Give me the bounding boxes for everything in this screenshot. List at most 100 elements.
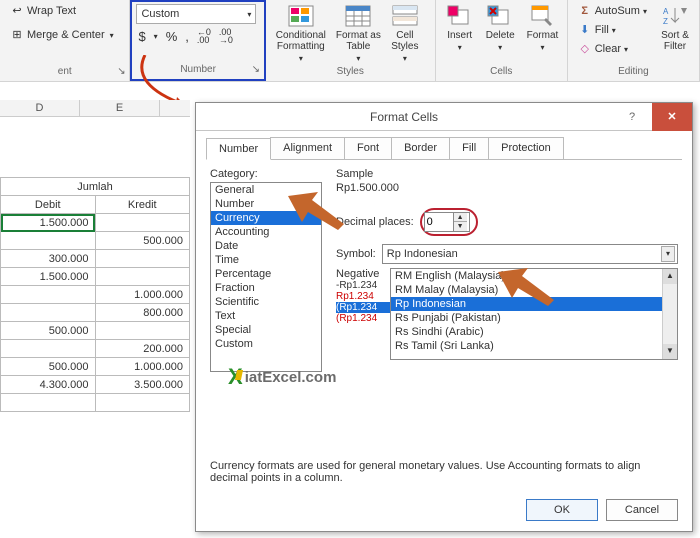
clear-button[interactable]: ◇Clear▾	[574, 40, 651, 58]
list-item[interactable]: Time	[211, 253, 321, 267]
percent-format-button[interactable]: %	[166, 29, 178, 44]
cell[interactable]	[1, 286, 96, 304]
list-item[interactable]: Scientific	[211, 295, 321, 309]
decimal-places-spinner[interactable]: ▲▼	[424, 212, 470, 232]
symbol-combo[interactable]: Rp Indonesian ▾	[382, 244, 678, 264]
watermark: XiatExcel.com	[228, 364, 336, 390]
cell[interactable]	[1, 232, 96, 250]
dialog-tabs: Number Alignment Font Border Fill Protec…	[206, 137, 682, 160]
dialog-titlebar[interactable]: Format Cells ? ✕	[196, 103, 692, 131]
increase-decimal-button[interactable]: ←0 .00	[197, 28, 211, 44]
list-item[interactable]: Rs Sindhi (Arabic)	[391, 325, 677, 339]
cell-styles-button[interactable]: Cell Styles▾	[387, 2, 423, 65]
sort-filter-button[interactable]: AZSort & Filter	[657, 2, 693, 58]
negative-preview-list: -Rp1.234 Rp1.234 (Rp1.234 (Rp1.234	[336, 280, 390, 324]
format-description: Currency formats are used for general mo…	[210, 460, 678, 484]
number-format-value: Custom	[141, 8, 179, 20]
alignment-group-label: ent	[6, 66, 123, 79]
cell[interactable]	[1, 304, 96, 322]
list-item[interactable]: RM Malay (Malaysia)	[391, 283, 677, 297]
format-button[interactable]: Format▾	[523, 2, 563, 54]
cell[interactable]: 500.000	[95, 232, 190, 250]
cells-group-label: Cells	[442, 66, 561, 79]
cell[interactable]	[95, 214, 190, 232]
cell[interactable]: 1.000.000	[95, 358, 190, 376]
ok-button[interactable]: OK	[526, 499, 598, 521]
list-item[interactable]: Custom	[211, 337, 321, 351]
merge-center-button[interactable]: ⊞Merge & Center▾	[6, 26, 118, 44]
list-item[interactable]: Rs Punjabi (Pakistan)	[391, 311, 677, 325]
list-item[interactable]: RM English (Malaysia)	[391, 269, 677, 283]
tab-font[interactable]: Font	[344, 137, 392, 159]
total-debit[interactable]: 4.300.000	[1, 376, 96, 394]
sample-label: Sample	[336, 168, 678, 180]
cell[interactable]	[95, 250, 190, 268]
tab-border[interactable]: Border	[391, 137, 450, 159]
alignment-dialog-launcher[interactable]: ↘	[115, 67, 127, 79]
list-item[interactable]: Percentage	[211, 267, 321, 281]
spinner-down[interactable]: ▼	[454, 222, 467, 231]
column-headers: D E	[0, 100, 190, 117]
svg-text:Z: Z	[663, 17, 668, 26]
decimal-places-highlight: ▲▼	[420, 208, 478, 236]
cell[interactable]	[95, 394, 190, 412]
number-dialog-launcher[interactable]: ↘	[250, 65, 262, 77]
list-item[interactable]: Rp Indonesian	[391, 297, 677, 311]
merge-center-label: Merge & Center	[27, 29, 105, 41]
list-item[interactable]: Fraction	[211, 281, 321, 295]
decrease-decimal-button[interactable]: .00 →0	[219, 28, 233, 44]
wrap-text-label: Wrap Text	[27, 5, 76, 17]
symbol-dropdown-list[interactable]: RM English (Malaysia) RM Malay (Malaysia…	[390, 268, 678, 360]
ribbon: ↩Wrap Text ⊞Merge & Center▾ ent ↘ Custom…	[0, 0, 700, 82]
scrollbar[interactable]: ▲▼	[662, 269, 677, 359]
list-item[interactable]: Rs Tamil (Sri Lanka)	[391, 339, 677, 353]
cell[interactable]: 500.000	[1, 358, 96, 376]
number-format-select[interactable]: Custom ▾	[136, 4, 256, 24]
cancel-button[interactable]: Cancel	[606, 499, 678, 521]
wrap-text-button[interactable]: ↩Wrap Text	[6, 2, 80, 20]
list-item[interactable]: Special	[211, 323, 321, 337]
col-header-e[interactable]: E	[80, 100, 160, 116]
list-item[interactable]: Accounting	[211, 225, 321, 239]
cell[interactable]: 800.000	[95, 304, 190, 322]
cell[interactable]: 1.500.000	[1, 268, 96, 286]
cell[interactable]	[1, 340, 96, 358]
format-cells-dialog: Format Cells ? ✕ Number Alignment Font B…	[195, 102, 693, 532]
cell[interactable]: 500.000	[1, 322, 96, 340]
list-item[interactable]: Date	[211, 239, 321, 253]
cell[interactable]: 1.500.000	[1, 214, 96, 232]
insert-button[interactable]: Insert▾	[442, 2, 478, 54]
help-button[interactable]: ?	[612, 103, 652, 131]
decimal-places-input[interactable]	[425, 213, 453, 231]
fill-button[interactable]: ⬇Fill▾	[574, 21, 651, 39]
close-button[interactable]: ✕	[652, 103, 692, 131]
category-list[interactable]: General Number Currency Accounting Date …	[210, 182, 322, 372]
tab-number[interactable]: Number	[206, 138, 271, 160]
list-item[interactable]: Text	[211, 309, 321, 323]
col-header-d[interactable]: D	[0, 100, 80, 116]
tab-protection[interactable]: Protection	[488, 137, 564, 159]
list-item[interactable]: General	[211, 183, 321, 197]
conditional-formatting-button[interactable]: Conditional Formatting▾	[272, 2, 330, 65]
list-item[interactable]: Number	[211, 197, 321, 211]
tab-alignment[interactable]: Alignment	[270, 137, 345, 159]
cell[interactable]: 1.000.000	[95, 286, 190, 304]
worksheet-table[interactable]: Jumlah DebitKredit 1.500.000 500.000 300…	[0, 177, 190, 412]
currency-format-button[interactable]: $	[138, 29, 145, 44]
debit-header: Debit	[1, 196, 96, 214]
autosum-button[interactable]: ΣAutoSum▾	[574, 2, 651, 20]
cell[interactable]: 300.000	[1, 250, 96, 268]
decimal-places-label: Decimal places:	[336, 216, 414, 228]
cell[interactable]	[1, 394, 96, 412]
spreadsheet: D E Jumlah DebitKredit 1.500.000 500.000…	[0, 100, 190, 412]
tab-fill[interactable]: Fill	[449, 137, 489, 159]
comma-format-button[interactable]: ,	[185, 29, 189, 44]
cell[interactable]: 200.000	[95, 340, 190, 358]
format-as-table-button[interactable]: Format as Table▾	[332, 2, 385, 65]
cell[interactable]	[95, 322, 190, 340]
spinner-up[interactable]: ▲	[454, 213, 467, 222]
cell[interactable]	[95, 268, 190, 286]
list-item[interactable]: Currency	[211, 211, 321, 225]
delete-button[interactable]: Delete▾	[482, 2, 519, 54]
total-kredit[interactable]: 3.500.000	[95, 376, 190, 394]
